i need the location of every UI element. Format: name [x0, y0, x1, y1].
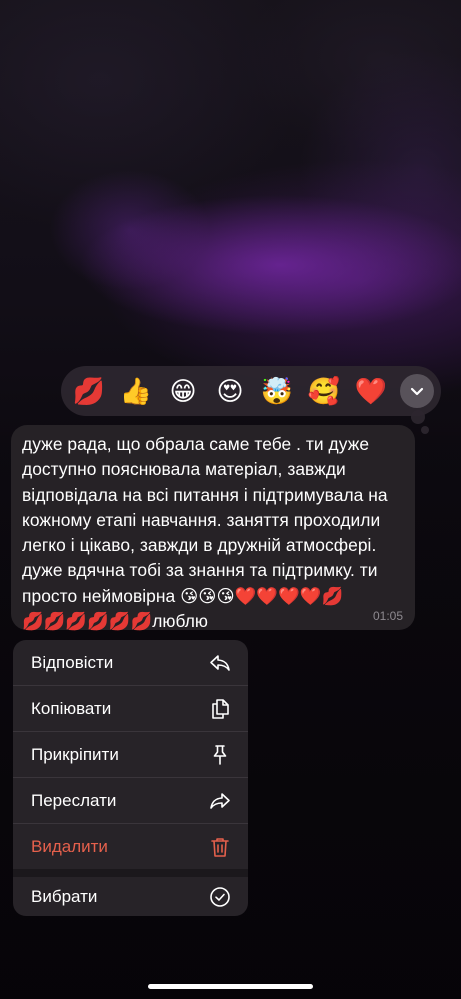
- message-line: легко і цікаво, завжди в дружній атмосфе…: [22, 535, 377, 556]
- message-line: просто неймовірна 😘😘😘❤️❤️❤️❤️💋: [22, 585, 344, 606]
- menu-item-label: Відповісти: [31, 652, 114, 672]
- reaction-bar-tail-small: [421, 426, 429, 434]
- expand-reactions-button[interactable]: [400, 374, 434, 408]
- menu-item-select[interactable]: Вибрати: [13, 877, 248, 916]
- message-line: кожному етапі навчання. заняття проходил…: [22, 509, 381, 530]
- home-indicator[interactable]: [148, 984, 313, 989]
- forward-icon: [208, 789, 232, 813]
- checkmark-circle-icon: [208, 885, 232, 909]
- copy-icon: [208, 697, 232, 721]
- menu-item-label: Видалити: [31, 836, 108, 856]
- reaction-heart-eyes[interactable]: 😍: [212, 373, 248, 409]
- menu-item-reply[interactable]: Відповісти: [13, 640, 248, 685]
- reaction-kiss-mark[interactable]: 💋: [71, 373, 107, 409]
- reaction-exploding-head[interactable]: 🤯: [259, 373, 295, 409]
- menu-item-label: Переслати: [31, 790, 117, 810]
- message-text: дуже рада, що обрала саме тебе . ти дуже…: [22, 432, 403, 634]
- chevron-down-icon: [410, 387, 424, 396]
- reaction-beaming-face[interactable]: 😁: [165, 373, 201, 409]
- menu-item-label: Копіювати: [31, 698, 112, 718]
- context-menu: Відповісти Копіювати Прикріпити Переслат…: [13, 640, 248, 916]
- menu-item-pin[interactable]: Прикріпити: [13, 732, 248, 777]
- menu-item-label: Прикріпити: [31, 744, 119, 764]
- pin-icon: [208, 743, 232, 767]
- menu-item-delete[interactable]: Видалити: [13, 824, 248, 869]
- message-bubble[interactable]: дуже рада, що обрала саме тебе . ти дуже…: [11, 425, 415, 631]
- reply-icon: [208, 651, 232, 675]
- reaction-smiling-face-with-hearts[interactable]: 🥰: [306, 373, 342, 409]
- trash-icon: [208, 835, 232, 859]
- reaction-thumbs-up[interactable]: 👍: [118, 373, 154, 409]
- message-line: відповідала на всі питання і підтримувал…: [22, 484, 388, 505]
- menu-item-forward[interactable]: Переслати: [13, 778, 248, 823]
- message-line: дуже вдячна тобі за знання та підтримку.…: [22, 560, 378, 581]
- reaction-bar-tail: [411, 410, 425, 424]
- message-line: доступно пояснювала матеріал, завжди: [22, 459, 346, 480]
- menu-item-copy[interactable]: Копіювати: [13, 686, 248, 731]
- message-line: 💋💋💋💋💋💋люблю: [22, 611, 209, 632]
- message-timestamp: 01:05: [372, 609, 403, 623]
- reaction-red-heart[interactable]: ❤️: [353, 373, 389, 409]
- message-line: дуже рада, що обрала саме тебе . ти дуже: [22, 434, 370, 454]
- chat-screen: 💋 👍 😁 😍 🤯 🥰 ❤️ дуже рада, що обрала саме…: [0, 0, 461, 999]
- menu-section-gap: [13, 869, 248, 877]
- reaction-bar: 💋 👍 😁 😍 🤯 🥰 ❤️: [61, 366, 441, 416]
- menu-item-label: Вибрати: [31, 886, 98, 906]
